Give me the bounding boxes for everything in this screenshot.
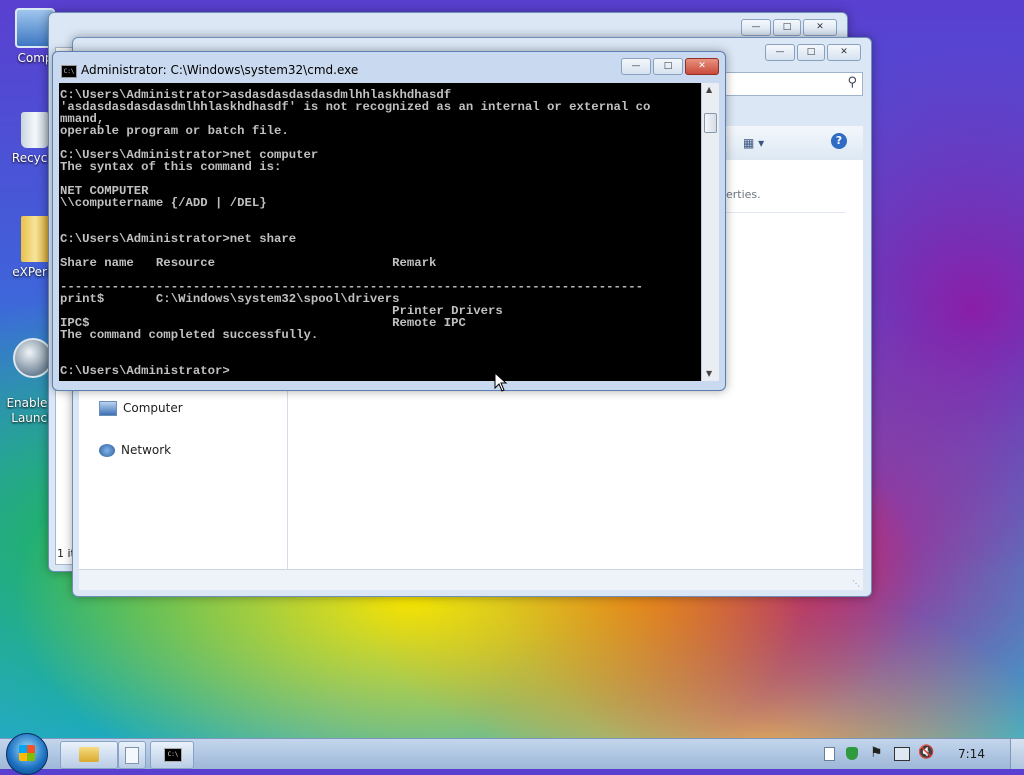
status-bar: ⋱ [79,569,863,590]
folder-icon [21,216,49,262]
action-center-flag-icon[interactable]: ⚑ [870,745,883,761]
computer-icon [99,401,117,416]
network-icon [99,444,115,457]
explorer-icon [79,747,99,762]
nav-item-computer[interactable]: Computer [99,401,183,416]
security-shield-icon[interactable] [846,747,858,760]
details-text: erties. [726,188,761,201]
close-button[interactable]: ✕ [685,58,719,75]
desktop: { "desktop": { "icons": [ {"label": "Com… [0,0,1024,775]
clock[interactable]: 7:14 [958,747,985,761]
minimize-button[interactable]: — [765,44,795,61]
taskbar: C:\ ⚑ 🔇 7:14 [0,733,1024,775]
taskbar-cmd-button[interactable]: C:\ [150,741,194,769]
recycle-bin-icon [21,112,49,148]
window-title: Administrator: C:\Windows\system32\cmd.e… [81,63,359,77]
maximize-button[interactable]: □ [773,19,801,36]
document-icon[interactable] [824,747,835,761]
console-text: C:\Users\Administrator>asdasdasdasdasdml… [60,88,651,378]
start-button[interactable] [6,733,48,775]
launcher-icon [13,338,53,378]
console-output[interactable]: C:\Users\Administrator>asdasdasdasdasdml… [59,83,701,381]
scroll-down-arrow-icon[interactable]: ▼ [706,369,712,378]
vertical-scrollbar[interactable]: ▲ ▼ [701,83,719,381]
volume-muted-icon[interactable]: 🔇 [918,745,934,760]
cmd-icon: C:\ [61,65,77,78]
nav-item-label: Computer [123,401,183,415]
taskbar-explorer-button[interactable] [60,741,118,769]
windows-logo-icon [19,745,35,761]
cmd-window[interactable]: C:\ Administrator: C:\Windows\system32\c… [52,51,726,391]
help-icon[interactable]: ? [831,133,847,149]
nav-item-network[interactable]: Network [99,443,171,457]
network-icon[interactable] [894,747,910,761]
view-options-icon[interactable]: ▦ ▾ [743,136,764,150]
maximize-button[interactable]: □ [653,58,683,75]
notification-area: ⚑ 🔇 [818,739,938,769]
close-button[interactable]: ✕ [827,44,861,61]
resize-grip-icon[interactable]: ⋱ [852,579,860,588]
show-desktop-button[interactable] [1010,739,1024,769]
search-icon[interactable]: ⚲ [847,75,857,90]
close-button[interactable]: ✕ [803,19,837,36]
notepad-icon [125,747,139,764]
maximize-button[interactable]: □ [797,44,825,61]
minimize-button[interactable]: — [621,58,651,75]
taskbar-notepad-button[interactable] [118,741,146,769]
mouse-cursor-icon [494,372,508,392]
nav-item-label: Network [121,443,172,457]
scroll-up-arrow-icon[interactable]: ▲ [706,85,712,94]
scroll-thumb[interactable] [704,113,717,133]
cmd-icon: C:\ [164,748,182,762]
divider [726,212,846,213]
minimize-button[interactable]: — [741,19,771,36]
